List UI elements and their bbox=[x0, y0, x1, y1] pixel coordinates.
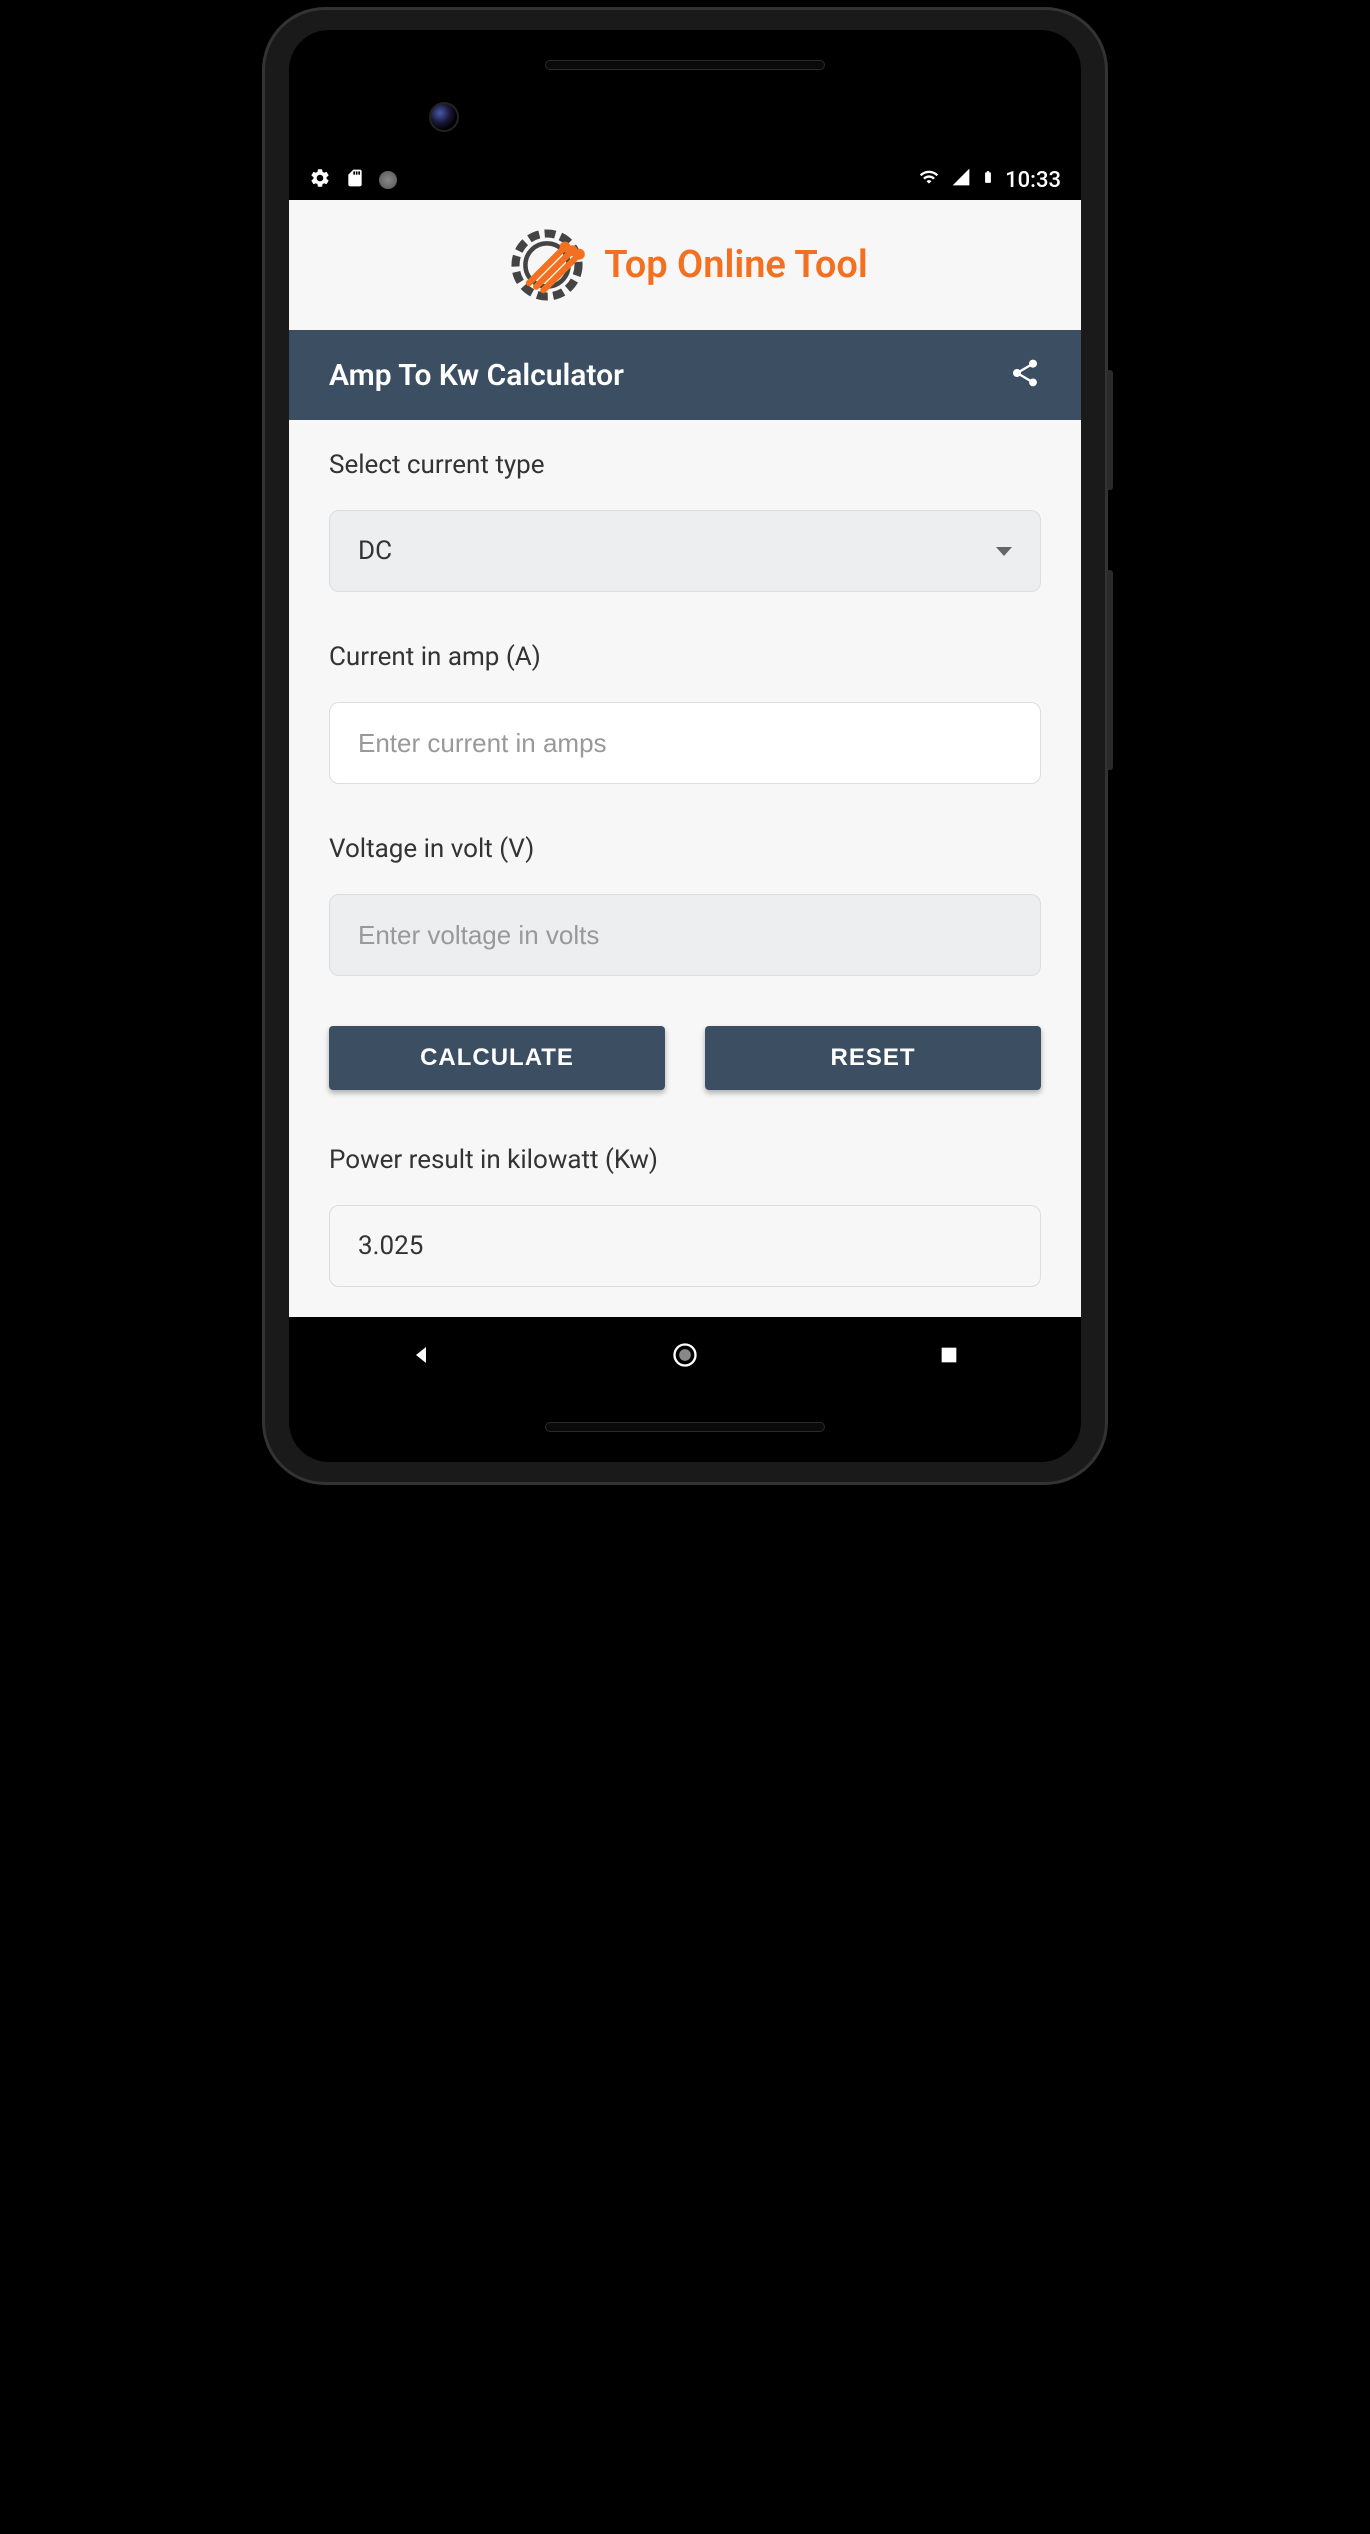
result-field: Power result in kilowatt (Kw) 3.025 bbox=[329, 1145, 1041, 1287]
button-row: CALCULATE RESET bbox=[329, 1026, 1041, 1090]
speaker-bottom bbox=[545, 1422, 825, 1432]
power-button[interactable] bbox=[1107, 370, 1113, 490]
calculate-button[interactable]: CALCULATE bbox=[329, 1026, 665, 1090]
volume-button[interactable] bbox=[1107, 570, 1113, 770]
current-field: Current in amp (A) bbox=[329, 642, 1041, 784]
current-input-wrapper bbox=[329, 702, 1041, 784]
voltage-input-wrapper bbox=[329, 894, 1041, 976]
gear-icon bbox=[309, 167, 331, 193]
logo-bar: Top Online Tool bbox=[289, 200, 1081, 330]
nav-home-button[interactable] bbox=[665, 1335, 705, 1375]
title-bar: Amp To Kw Calculator bbox=[289, 330, 1081, 420]
voltage-label: Voltage in volt (V) bbox=[329, 834, 1041, 864]
phone-frame: 10:33 Top Online Tool bbox=[265, 10, 1105, 1482]
reset-button[interactable]: RESET bbox=[705, 1026, 1041, 1090]
logo-text: Top Online Tool bbox=[604, 243, 868, 287]
battery-icon bbox=[981, 166, 995, 194]
circle-icon bbox=[379, 171, 397, 189]
form-area: Select current type DC Current in amp (A… bbox=[289, 420, 1081, 1317]
nav-recent-button[interactable] bbox=[929, 1335, 969, 1375]
signal-icon bbox=[951, 167, 971, 193]
voltage-input[interactable] bbox=[358, 920, 1012, 951]
result-value: 3.025 bbox=[358, 1231, 423, 1261]
voltage-field: Voltage in volt (V) bbox=[329, 834, 1041, 976]
status-bar: 10:33 bbox=[289, 160, 1081, 200]
status-time: 10:33 bbox=[1005, 168, 1061, 193]
current-input[interactable] bbox=[358, 728, 1012, 759]
status-left bbox=[309, 167, 397, 193]
share-icon[interactable] bbox=[1009, 357, 1041, 393]
page-title: Amp To Kw Calculator bbox=[329, 358, 624, 393]
nav-back-button[interactable] bbox=[401, 1335, 441, 1375]
app-screen: Top Online Tool Amp To Kw Calculator Sel… bbox=[289, 200, 1081, 1317]
front-camera bbox=[429, 102, 459, 132]
speaker-top bbox=[545, 60, 825, 70]
current-type-label: Select current type bbox=[329, 450, 1041, 480]
current-type-field: Select current type DC bbox=[329, 450, 1041, 592]
sd-card-icon bbox=[345, 167, 365, 193]
status-right: 10:33 bbox=[917, 166, 1061, 194]
current-type-select[interactable]: DC bbox=[329, 510, 1041, 592]
current-type-value: DC bbox=[358, 536, 392, 566]
wifi-icon bbox=[917, 167, 941, 193]
result-label: Power result in kilowatt (Kw) bbox=[329, 1145, 1041, 1175]
gear-logo-icon bbox=[502, 220, 592, 310]
android-nav-bar bbox=[289, 1317, 1081, 1392]
result-value-box: 3.025 bbox=[329, 1205, 1041, 1287]
chevron-down-icon bbox=[996, 547, 1012, 556]
phone-screen-container: 10:33 Top Online Tool bbox=[289, 30, 1081, 1462]
app-logo: Top Online Tool bbox=[502, 220, 868, 310]
current-label: Current in amp (A) bbox=[329, 642, 1041, 672]
